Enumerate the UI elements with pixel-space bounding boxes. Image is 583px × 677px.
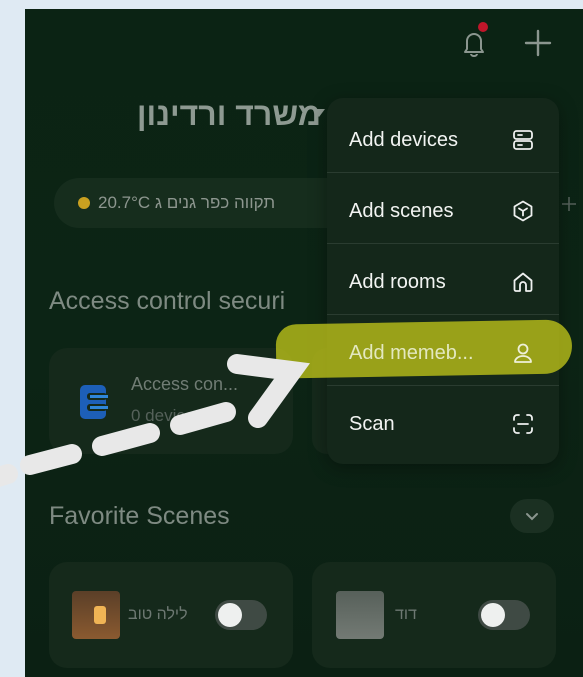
menu-item-add-scenes[interactable]: Add scenes <box>327 176 559 247</box>
scene-cube-icon <box>513 200 533 222</box>
device-card-count: 0 devices <box>131 406 203 425</box>
section-title-favorites: Favorite Scenes <box>49 502 230 530</box>
menu-item-label: Add devices <box>349 129 458 151</box>
home-name[interactable]: משרד ורדינון <box>137 96 321 133</box>
scene-thumbnail <box>336 591 384 639</box>
section-title-access: Access control securi <box>49 287 286 315</box>
notification-dot <box>478 22 488 32</box>
add-room-tab-icon[interactable] <box>561 196 577 212</box>
home-icon <box>513 272 533 292</box>
menu-divider <box>327 314 559 315</box>
menu-divider <box>327 243 559 244</box>
lamp-glow <box>94 606 106 624</box>
device-card-name: Access con... <box>131 374 239 394</box>
access-control-icon <box>80 385 108 419</box>
menu-item-label: Add scenes <box>349 200 454 222</box>
menu-item-add-members[interactable]: Add memeb... <box>327 318 559 389</box>
menu-item-add-rooms[interactable]: Add rooms <box>327 247 559 318</box>
menu-item-add-devices[interactable]: Add devices <box>327 105 559 176</box>
menu-item-label: Add memeb... <box>349 342 474 364</box>
chevron-down-icon <box>526 513 538 521</box>
menu-item-label: Scan <box>349 413 395 435</box>
scan-icon <box>513 414 533 434</box>
menu-item-label: Add rooms <box>349 271 446 293</box>
bell-icon[interactable] <box>458 27 490 59</box>
menu-divider <box>327 172 559 173</box>
chevron-down-icon[interactable] <box>312 108 326 118</box>
menu-divider <box>327 385 559 386</box>
toggle-knob <box>218 603 242 627</box>
scene-name: לילה טוב <box>128 606 188 623</box>
person-icon <box>514 343 532 363</box>
weather-text: 20.7°C תקווה כפר גנים ג <box>98 193 276 212</box>
weather-status-dot <box>78 197 90 209</box>
devices-icon <box>513 130 533 150</box>
menu-item-scan[interactable]: Scan <box>327 389 559 460</box>
plus-icon[interactable] <box>522 27 554 59</box>
toggle-knob <box>481 603 505 627</box>
scene-name: דוד <box>395 606 417 623</box>
